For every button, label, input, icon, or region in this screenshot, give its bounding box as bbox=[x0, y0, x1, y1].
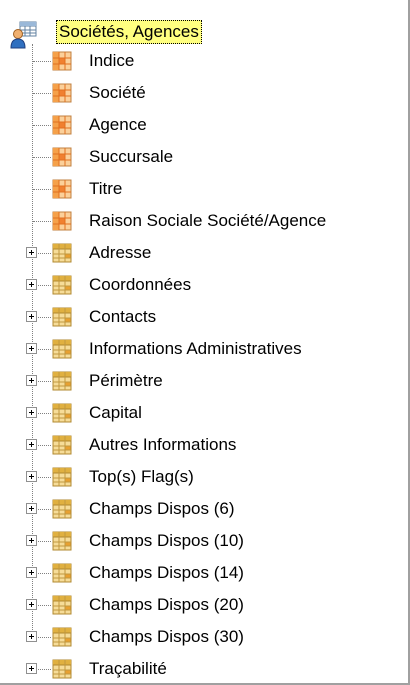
tree-connector bbox=[33, 157, 51, 158]
expand-plus-icon[interactable] bbox=[26, 279, 37, 290]
table-group-icon bbox=[52, 403, 72, 423]
field-icon bbox=[52, 147, 72, 167]
tree-group-item[interactable]: Autres Informations bbox=[0, 430, 400, 462]
tree-group-item[interactable]: Champs Dispos (6) bbox=[0, 494, 400, 526]
tree-root-node[interactable]: Sociétés, Agences bbox=[0, 17, 400, 49]
expand-plus-icon[interactable] bbox=[26, 599, 37, 610]
tree-item-label: Coordonnées bbox=[89, 275, 192, 294]
expand-plus-icon[interactable] bbox=[26, 567, 37, 578]
tree-connector bbox=[33, 61, 51, 62]
tree-connector bbox=[33, 125, 51, 126]
tree-item-label: Succursale bbox=[89, 147, 174, 166]
table-group-icon bbox=[52, 275, 72, 295]
tree-group-item[interactable]: Coordonnées bbox=[0, 270, 400, 302]
expand-plus-icon[interactable] bbox=[26, 503, 37, 514]
table-group-icon bbox=[52, 371, 72, 391]
expand-plus-icon[interactable] bbox=[26, 471, 37, 482]
tree-item-label: Adresse bbox=[89, 243, 152, 262]
table-group-icon bbox=[52, 243, 72, 263]
tree-view-panel: Sociétés, Agences Indice Société Agence … bbox=[0, 0, 410, 685]
tree-item-label: Champs Dispos (14) bbox=[89, 563, 244, 582]
tree-group-item[interactable]: Informations Administratives bbox=[0, 334, 400, 366]
tree-group-item[interactable]: Champs Dispos (30) bbox=[0, 622, 400, 654]
tree-group-item[interactable]: Capital bbox=[0, 398, 400, 430]
tree-group-item[interactable]: Champs Dispos (14) bbox=[0, 558, 400, 590]
table-group-icon bbox=[52, 435, 72, 455]
expand-plus-icon[interactable] bbox=[26, 663, 37, 674]
tree-item-label: Périmètre bbox=[89, 371, 163, 390]
tree-view: Sociétés, Agences Indice Société Agence … bbox=[0, 0, 408, 683]
tree-field-item[interactable]: Société bbox=[0, 78, 400, 110]
tree-group-item[interactable]: Champs Dispos (20) bbox=[0, 590, 400, 622]
tree-item-label: Champs Dispos (6) bbox=[89, 499, 235, 518]
tree-root-label: Sociétés, Agences bbox=[56, 20, 202, 44]
expand-plus-icon[interactable] bbox=[26, 247, 37, 258]
tree-connector bbox=[33, 221, 51, 222]
tree-item-label: Traçabilité bbox=[89, 659, 167, 678]
tree-field-item[interactable]: Indice bbox=[0, 46, 400, 78]
table-group-icon bbox=[52, 659, 72, 679]
tree-field-item[interactable]: Succursale bbox=[0, 142, 400, 174]
tree-item-label: Société bbox=[89, 83, 146, 102]
field-icon bbox=[52, 115, 72, 135]
table-group-icon bbox=[52, 467, 72, 487]
field-icon bbox=[52, 179, 72, 199]
tree-item-label: Informations Administratives bbox=[89, 339, 302, 358]
table-group-icon bbox=[52, 627, 72, 647]
expand-plus-icon[interactable] bbox=[26, 343, 37, 354]
tree-group-item[interactable]: Contacts bbox=[0, 302, 400, 334]
tree-item-label: Contacts bbox=[89, 307, 157, 326]
tree-item-label: Raison Sociale Société/Agence bbox=[89, 211, 327, 230]
tree-group-item[interactable]: Traçabilité bbox=[0, 654, 400, 683]
tree-connector bbox=[33, 93, 51, 94]
tree-field-item[interactable]: Raison Sociale Société/Agence bbox=[0, 206, 400, 238]
expand-plus-icon[interactable] bbox=[26, 631, 37, 642]
tree-field-item[interactable]: Titre bbox=[0, 174, 400, 206]
tree-item-label: Capital bbox=[89, 403, 142, 422]
table-group-icon bbox=[52, 531, 72, 551]
table-group-icon bbox=[52, 499, 72, 519]
tree-item-label: Top(s) Flag(s) bbox=[89, 467, 194, 486]
tree-item-label: Champs Dispos (20) bbox=[89, 595, 244, 614]
tree-item-label: Autres Informations bbox=[89, 435, 237, 454]
table-group-icon bbox=[52, 307, 72, 327]
tree-group-item[interactable]: Top(s) Flag(s) bbox=[0, 462, 400, 494]
tree-connector bbox=[33, 189, 51, 190]
tree-group-item[interactable]: Adresse bbox=[0, 238, 400, 270]
tree-group-item[interactable]: Périmètre bbox=[0, 366, 400, 398]
expand-plus-icon[interactable] bbox=[26, 407, 37, 418]
table-group-icon bbox=[52, 339, 72, 359]
tree-field-item[interactable]: Agence bbox=[0, 110, 400, 142]
field-icon bbox=[52, 51, 72, 71]
field-icon bbox=[52, 83, 72, 103]
tree-item-label: Indice bbox=[89, 51, 135, 70]
tree-item-label: Titre bbox=[89, 179, 123, 198]
tree-item-label: Champs Dispos (10) bbox=[89, 531, 244, 550]
expand-plus-icon[interactable] bbox=[26, 535, 37, 546]
table-group-icon bbox=[52, 595, 72, 615]
expand-plus-icon[interactable] bbox=[26, 311, 37, 322]
tree-item-label: Agence bbox=[89, 115, 147, 134]
tree-group-item[interactable]: Champs Dispos (10) bbox=[0, 526, 400, 558]
tree-item-label: Champs Dispos (30) bbox=[89, 627, 244, 646]
users-table-icon bbox=[9, 21, 37, 49]
expand-plus-icon[interactable] bbox=[26, 439, 37, 450]
field-icon bbox=[52, 211, 72, 231]
expand-plus-icon[interactable] bbox=[26, 375, 37, 386]
table-group-icon bbox=[52, 563, 72, 583]
